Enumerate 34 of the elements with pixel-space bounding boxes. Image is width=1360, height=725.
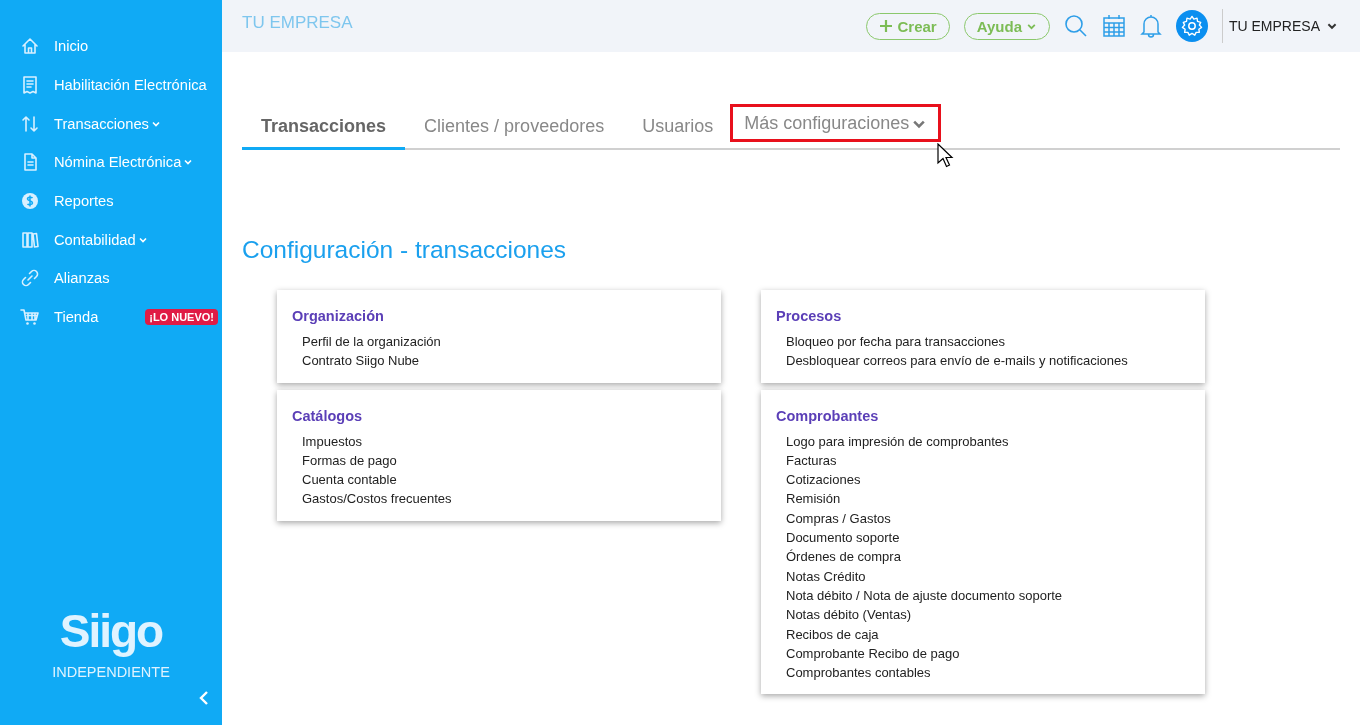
card-title: Catálogos xyxy=(292,407,364,424)
tab[interactable]: Usuarios xyxy=(623,104,733,150)
settings-link[interactable]: Bloqueo por fecha para transacciones xyxy=(776,332,1191,352)
edition-label: INDEPENDIENTE xyxy=(52,664,170,680)
settings-link[interactable]: Logo para impresión de comprobantes xyxy=(776,431,1191,451)
settings-link[interactable]: Cuenta contable xyxy=(292,470,707,490)
settings-link[interactable]: Facturas xyxy=(776,450,1191,471)
settings-link[interactable]: Cotizaciones xyxy=(776,470,1191,490)
card-title: Comprobantes xyxy=(776,407,880,424)
settings-link[interactable]: Recibos de caja xyxy=(776,624,1191,644)
company-name: TU EMPRESA xyxy=(242,13,353,33)
settings-link[interactable]: Contrato Siigo Nube xyxy=(292,351,707,371)
settings-link[interactable]: Compras / Gastos xyxy=(776,508,1191,529)
card-title: Procesos xyxy=(776,308,843,324)
card-title: Organización xyxy=(292,308,385,324)
page-title: Configuración - transacciones xyxy=(242,236,568,264)
settings-link[interactable]: Comprobantes contables xyxy=(776,663,1191,683)
tab[interactable]: Clientes / proveedores xyxy=(405,104,624,150)
settings-link[interactable]: Formas de pago xyxy=(292,450,707,471)
settings-link[interactable]: Comprobante Recibo de pago xyxy=(776,643,1191,664)
tab[interactable]: Transacciones xyxy=(242,104,406,150)
settings-link[interactable]: Documento soporte xyxy=(776,528,1191,548)
settings-link[interactable]: Remisión xyxy=(776,489,1191,509)
tab[interactable]: Más configuraciones xyxy=(730,104,942,142)
settings-link[interactable]: Notas Crédito xyxy=(776,566,1191,586)
user-menu[interactable]: TU EMPRESA xyxy=(1222,9,1338,43)
settings-link[interactable]: Impuestos xyxy=(292,431,707,451)
settings-link[interactable]: Notas débito (Ventas) xyxy=(776,605,1191,625)
settings-link[interactable]: Desbloquear correos para envío de e-mails y notificaciones xyxy=(776,351,1191,371)
settings-link[interactable]: Gastos/Costos frecuentes xyxy=(292,489,707,509)
new-badge: ¡LO NUEVO! xyxy=(145,309,218,326)
settings-link[interactable]: Perfil de la organización xyxy=(292,332,707,352)
settings-link[interactable]: Nota débito / Nota de ajuste documento soporte xyxy=(776,585,1191,606)
settings-link[interactable]: Órdenes de compra xyxy=(776,547,1191,567)
